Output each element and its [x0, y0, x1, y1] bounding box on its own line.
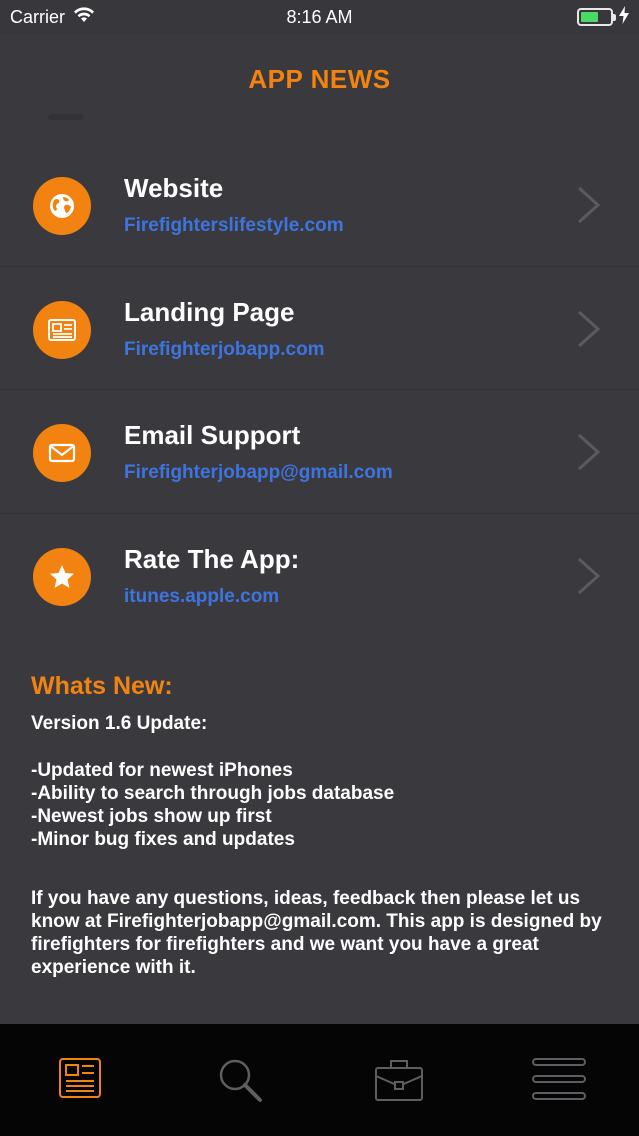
link-row-rate-app[interactable]: Rate The App: itunes.apple.com [0, 514, 639, 638]
tab-news[interactable] [0, 1024, 160, 1136]
battery-icon [577, 8, 616, 26]
header: APP NEWS [0, 34, 639, 124]
link-url[interactable]: Firefighterjobapp@gmail.com [124, 462, 393, 484]
link-title: Rate The App: [124, 543, 300, 574]
link-url[interactable]: Firefighterjobapp.com [124, 339, 325, 361]
whats-new-title: Whats New: [31, 672, 173, 700]
wifi-icon [73, 6, 95, 28]
update-item: -Ability to search through jobs database [31, 783, 395, 804]
tab-bar [0, 1024, 639, 1136]
carrier-label: Carrier [10, 6, 66, 27]
envelope-icon [33, 424, 91, 482]
chevron-right-icon [577, 310, 601, 347]
status-bar: Carrier 8:16 AM [0, 0, 639, 34]
whats-new-section: Whats New: Version 1.6 Update: -Updated … [31, 672, 611, 979]
globe-icon [33, 177, 91, 235]
link-row-website[interactable]: Website Firefighterslifestyle.com [0, 143, 639, 267]
charging-bolt-icon [619, 5, 629, 29]
update-item: -Newest jobs show up first [31, 806, 272, 827]
briefcase-icon [375, 1060, 424, 1101]
chevron-right-icon [577, 557, 601, 594]
menu-icon [532, 1058, 587, 1100]
link-row-email-support[interactable]: Email Support Firefighterjobapp@gmail.co… [0, 390, 639, 514]
status-right [577, 5, 629, 29]
version-label: Version 1.6 Update: [31, 713, 208, 734]
tab-search[interactable] [160, 1024, 320, 1136]
link-url[interactable]: itunes.apple.com [124, 586, 279, 608]
status-left: Carrier [10, 7, 95, 28]
chevron-right-icon [577, 433, 601, 471]
link-title: Website [124, 173, 224, 203]
status-time: 8:16 AM [286, 6, 353, 27]
link-title: Email Support [124, 420, 301, 450]
update-list: -Updated for newest iPhones -Ability to … [31, 759, 611, 851]
tab-menu[interactable] [479, 1024, 639, 1136]
newspaper-icon [33, 300, 91, 359]
link-row-landing-page[interactable]: Landing Page Firefighterjobapp.com [0, 267, 639, 390]
link-url[interactable]: Firefighterslifestyle.com [124, 215, 344, 237]
tab-jobs[interactable] [320, 1024, 480, 1136]
search-icon [219, 1059, 262, 1102]
links-list: Website Firefighterslifestyle.com Landin… [0, 143, 639, 637]
newspaper-icon [58, 1058, 101, 1098]
link-title: Landing Page [124, 296, 295, 327]
star-icon [33, 547, 91, 606]
update-item: -Updated for newest iPhones [31, 760, 293, 781]
feedback-paragraph: If you have any questions, ideas, feedba… [31, 888, 602, 978]
page-title: APP NEWS [248, 64, 391, 94]
header-handle [48, 114, 84, 120]
chevron-right-icon [577, 186, 601, 224]
update-item: -Minor bug fixes and updates [31, 829, 295, 850]
